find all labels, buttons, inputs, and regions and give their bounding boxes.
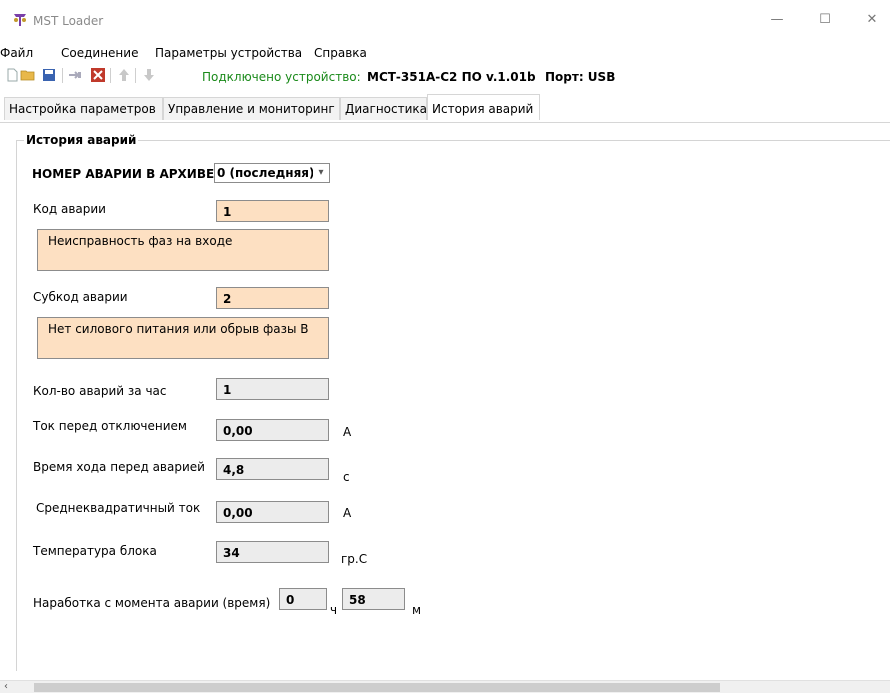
tab-control-monitoring[interactable]: Управление и мониторинг bbox=[163, 97, 340, 120]
minimize-button[interactable]: — bbox=[761, 8, 793, 32]
fault-subcode-field[interactable]: 2 bbox=[216, 287, 329, 309]
tab-fault-history[interactable]: История аварий bbox=[427, 94, 540, 120]
menu-help[interactable]: Справка bbox=[314, 46, 367, 60]
temperature-unit: гр.С bbox=[341, 552, 368, 566]
rms-current-field[interactable]: 0,00 bbox=[216, 501, 329, 523]
device-name: МСТ-351А-С2 ПО v.1.01b bbox=[367, 70, 536, 84]
connection-status: Подключено устройство: bbox=[202, 70, 361, 84]
new-file-icon[interactable] bbox=[4, 67, 20, 83]
archive-number-value: 0 (последняя) bbox=[217, 166, 315, 180]
scrollbar-thumb[interactable] bbox=[34, 683, 720, 692]
toolbar-separator bbox=[135, 68, 136, 83]
runtime-before-fault-label: Время хода перед аварией bbox=[33, 460, 205, 474]
connect-icon[interactable] bbox=[67, 67, 83, 83]
rms-current-unit: А bbox=[343, 506, 352, 520]
toolbar: Подключено устройство: МСТ-351А-С2 ПО v.… bbox=[0, 63, 890, 89]
subcode-description-memo[interactable]: Нет силового питания или обрыв фазы В bbox=[37, 317, 329, 359]
save-icon[interactable] bbox=[41, 67, 57, 83]
menu-file[interactable]: Файл bbox=[0, 46, 33, 60]
fault-count-field[interactable]: 1 bbox=[216, 378, 329, 400]
archive-number-select[interactable]: 0 (последняя) ▾ bbox=[214, 163, 330, 183]
download-icon[interactable] bbox=[141, 67, 157, 83]
group-title: История аварий bbox=[24, 133, 139, 147]
unit-temperature-label: Температура блока bbox=[33, 544, 157, 558]
time-since-fault-hours-field[interactable]: 0 bbox=[279, 588, 327, 610]
hours-unit: ч bbox=[330, 603, 338, 617]
title-bar: MST Loader — ☐ ✕ bbox=[0, 0, 890, 40]
fault-code-label: Код аварии bbox=[33, 202, 106, 216]
scroll-left-arrow-icon[interactable]: ‹ bbox=[4, 681, 8, 693]
runtime-before-fault-field[interactable]: 4,8 bbox=[216, 458, 329, 480]
time-since-fault-label: Наработка с момента аварии (время) bbox=[33, 596, 271, 610]
app-logo-icon bbox=[14, 14, 26, 26]
close-button[interactable]: ✕ bbox=[856, 8, 888, 32]
window-title: MST Loader bbox=[33, 14, 104, 28]
fault-description-memo[interactable]: Неисправность фаз на входе bbox=[37, 229, 329, 271]
horizontal-scrollbar[interactable]: ‹ bbox=[0, 680, 890, 693]
fault-history-group bbox=[16, 140, 890, 671]
time-since-fault-minutes-field[interactable]: 58 bbox=[342, 588, 405, 610]
runtime-unit: с bbox=[343, 470, 350, 484]
toolbar-separator bbox=[62, 68, 63, 83]
current-before-trip-field[interactable]: 0,00 bbox=[216, 419, 329, 441]
menu-bar: Файл Соединение Параметры устройства Спр… bbox=[0, 41, 890, 61]
current-unit: А bbox=[343, 425, 352, 439]
toolbar-separator bbox=[110, 68, 111, 83]
current-before-trip-label: Ток перед отключением bbox=[33, 419, 187, 433]
menu-connection[interactable]: Соединение bbox=[61, 46, 138, 60]
archive-number-label: НОМЕР АВАРИИ В АРХИВЕ bbox=[32, 167, 215, 181]
chevron-down-icon[interactable]: ▾ bbox=[313, 164, 329, 182]
tab-parameter-settings[interactable]: Настройка параметров bbox=[4, 97, 163, 120]
menu-device-parameters[interactable]: Параметры устройства bbox=[155, 46, 302, 60]
maximize-button[interactable]: ☐ bbox=[809, 8, 841, 32]
upload-icon[interactable] bbox=[116, 67, 132, 83]
port-label: Порт: USB bbox=[545, 70, 616, 84]
open-folder-icon[interactable] bbox=[20, 67, 36, 83]
tab-strip: Настройка параметров Управление и монито… bbox=[0, 94, 890, 123]
fault-code-field[interactable]: 1 bbox=[216, 200, 329, 222]
rms-current-label: Среднеквадратичный ток bbox=[36, 501, 201, 515]
disconnect-icon[interactable] bbox=[90, 67, 106, 83]
tab-diagnostics[interactable]: Диагностика bbox=[340, 97, 427, 120]
minutes-unit: м bbox=[412, 603, 422, 617]
unit-temperature-field[interactable]: 34 bbox=[216, 541, 329, 563]
fault-subcode-label: Субкод аварии bbox=[33, 290, 128, 304]
fault-count-label: Кол-во аварий за час bbox=[33, 384, 167, 398]
